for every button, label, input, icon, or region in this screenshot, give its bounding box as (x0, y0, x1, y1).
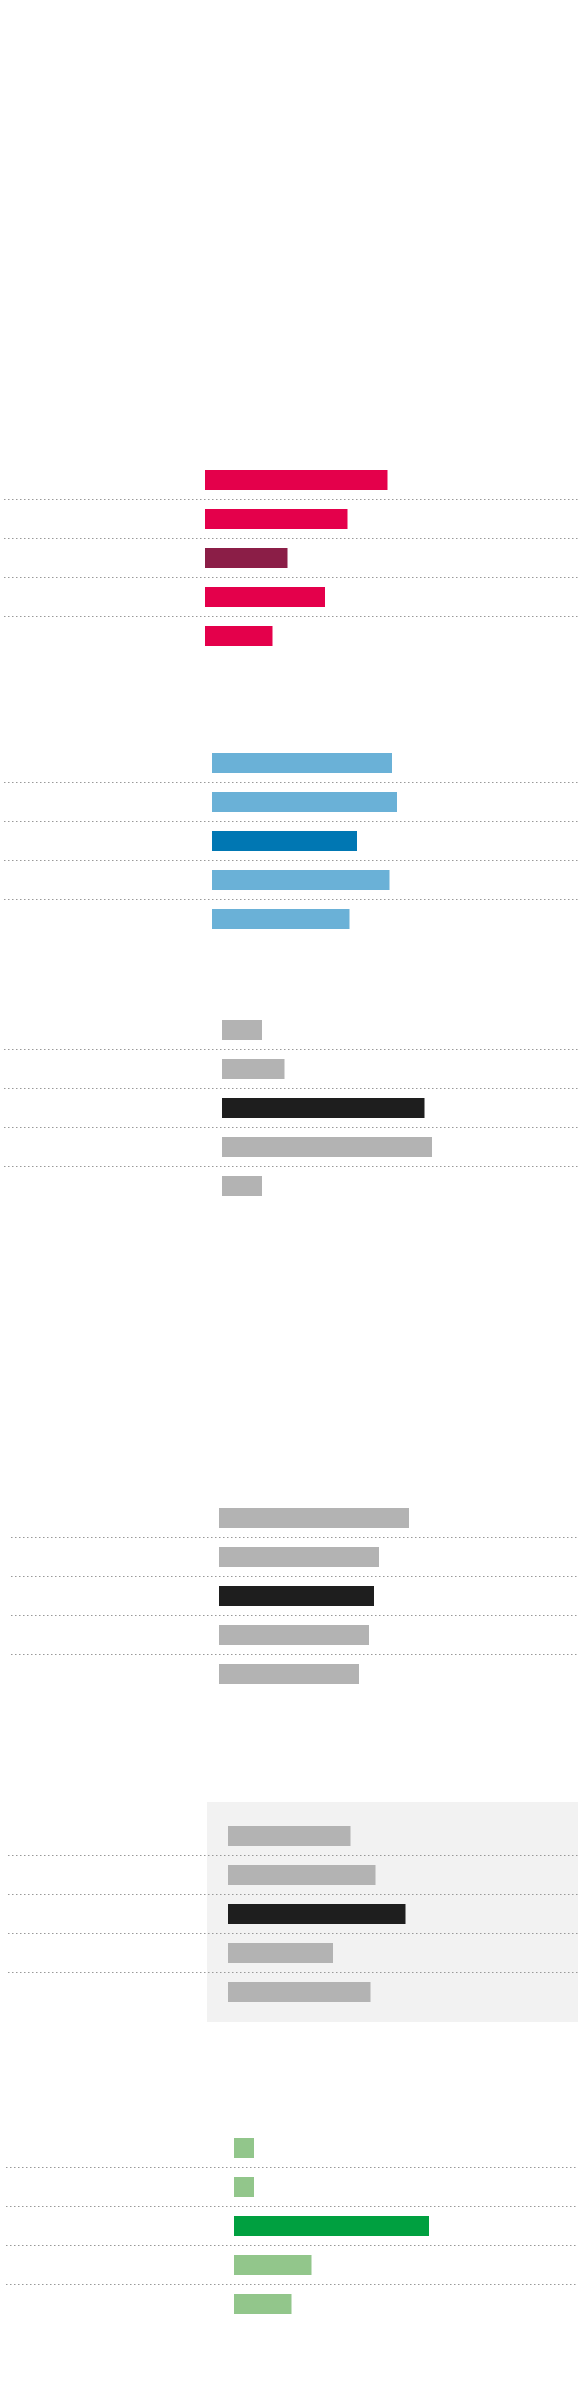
bar (205, 587, 325, 607)
bar (219, 1664, 359, 1684)
bar (212, 909, 350, 929)
bar (234, 2177, 254, 2197)
bar (205, 470, 388, 490)
bar (228, 1826, 351, 1846)
bar (228, 1865, 376, 1885)
highlighted-bar (205, 548, 288, 568)
bar (219, 1508, 409, 1528)
charts-canvas (4, 470, 578, 2314)
bar (212, 753, 392, 773)
bar (228, 1943, 333, 1963)
bar (219, 1625, 369, 1645)
highlighted-bar (222, 1098, 425, 1118)
highlighted-bar (212, 831, 357, 851)
chart-3 (4, 1020, 578, 1196)
bar (212, 792, 397, 812)
chart-5 (8, 1802, 578, 2022)
bar (212, 870, 390, 890)
bar (205, 509, 348, 529)
bar (234, 2294, 292, 2314)
bar (222, 1176, 262, 1196)
chart-2 (4, 753, 578, 929)
bar (234, 2255, 312, 2275)
bar (205, 626, 273, 646)
bar (222, 1020, 262, 1040)
bar-chart-stack (0, 0, 580, 2406)
highlighted-bar (228, 1904, 406, 1924)
highlighted-bar (219, 1586, 374, 1606)
bar (228, 1982, 371, 2002)
highlighted-bar (234, 2216, 429, 2236)
chart-6 (6, 2138, 578, 2314)
chart-1 (4, 470, 578, 646)
bar (219, 1547, 379, 1567)
bar (222, 1137, 432, 1157)
chart-4 (11, 1508, 578, 1684)
bar (234, 2138, 254, 2158)
bar (222, 1059, 285, 1079)
